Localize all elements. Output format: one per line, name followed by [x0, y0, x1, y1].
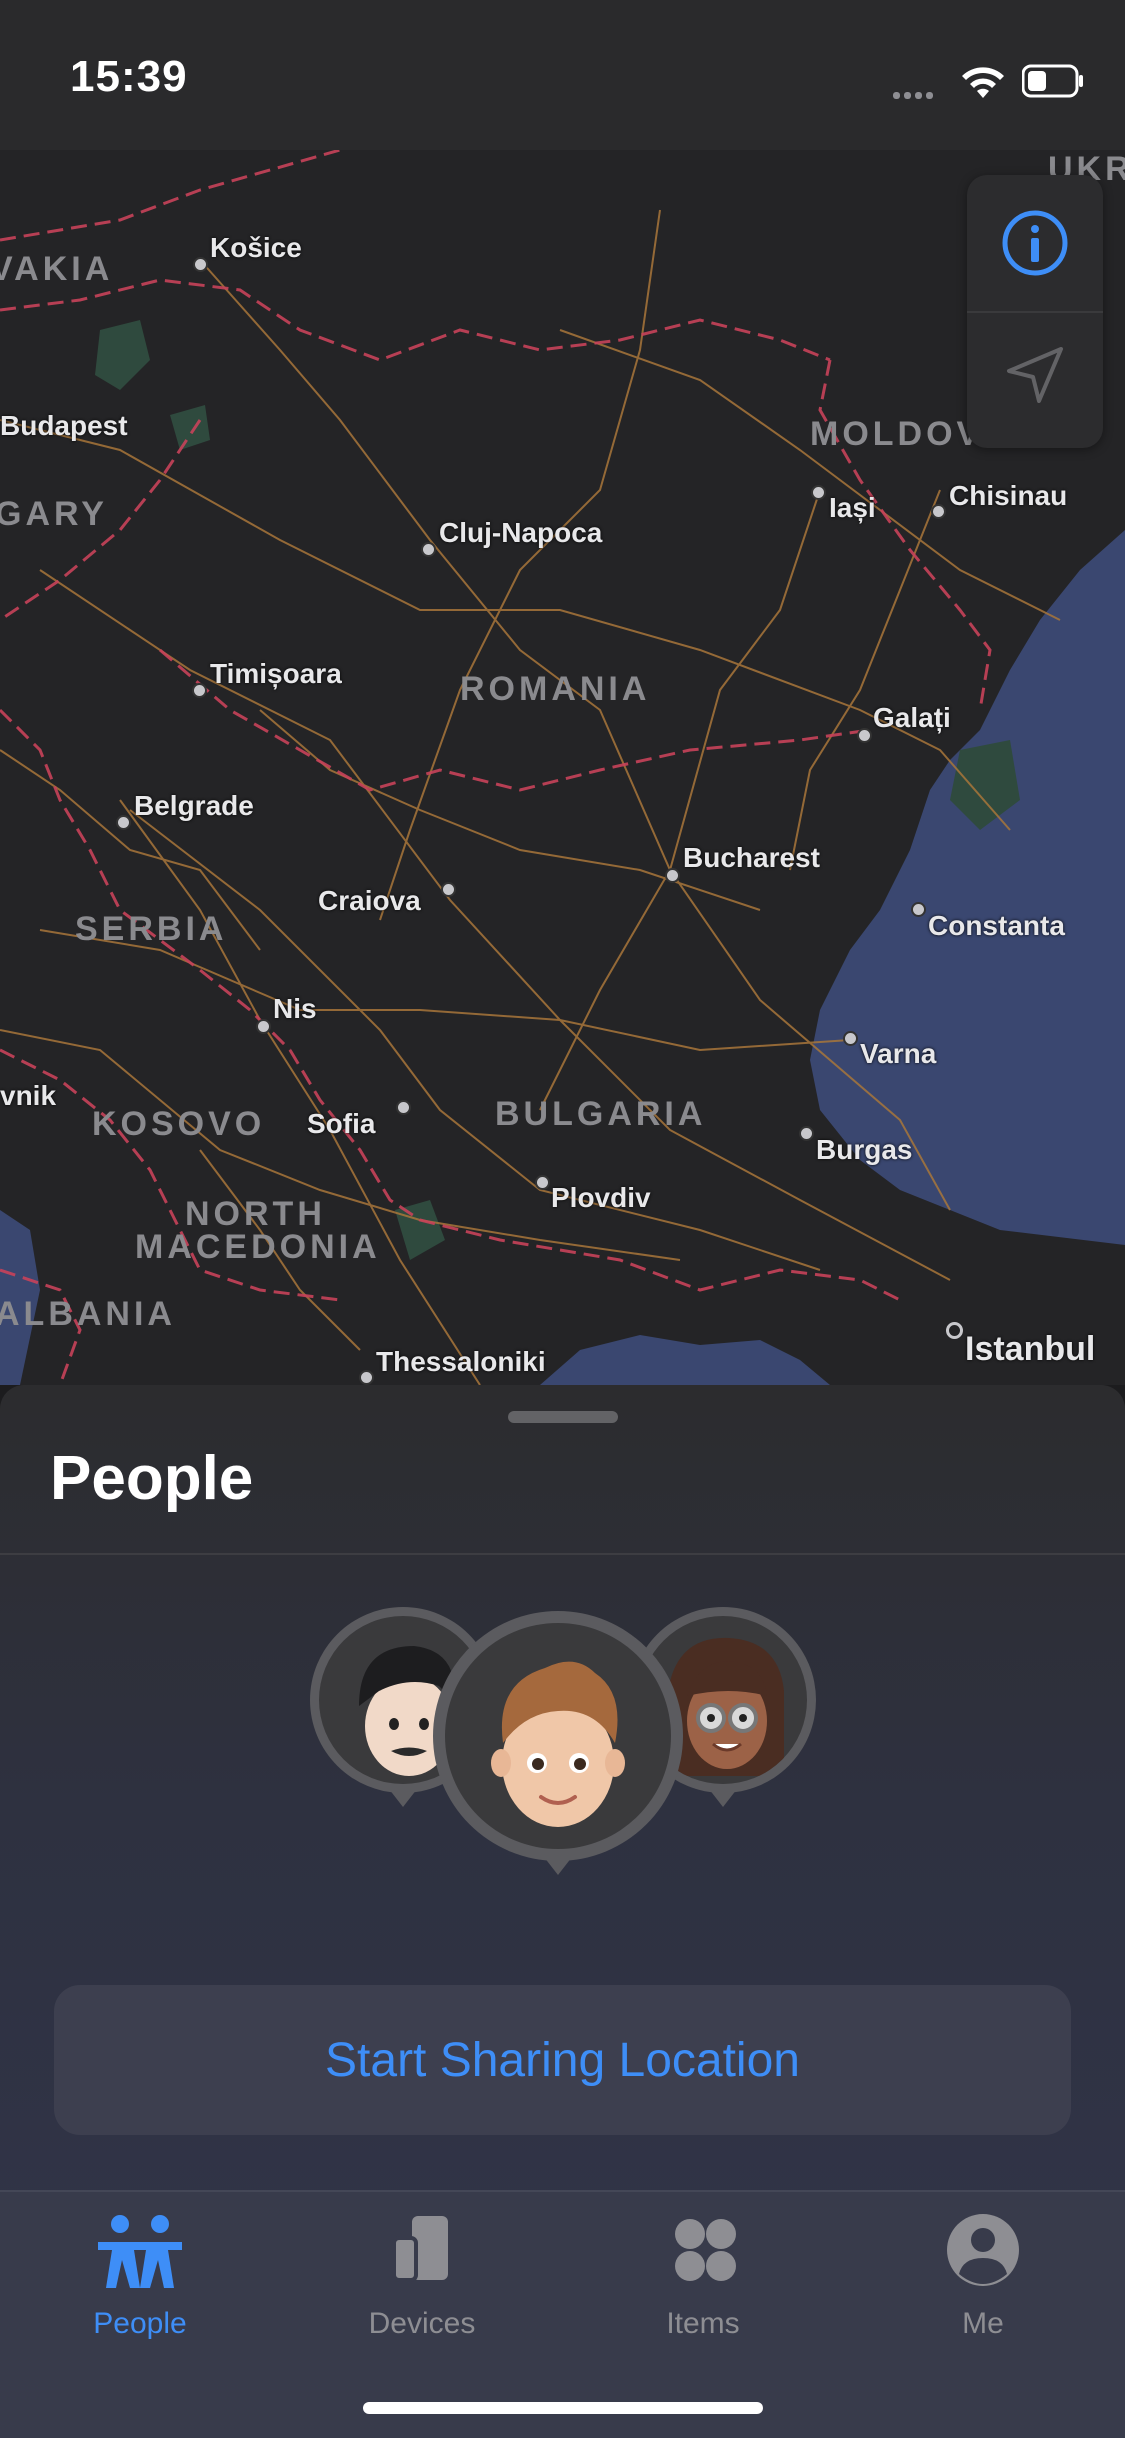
city-label-galati: Galați: [873, 702, 951, 733]
country-label: MACEDONIA: [135, 1228, 381, 1266]
country-label: KOSOVO: [92, 1105, 266, 1143]
status-bar: 15:39: [0, 0, 1125, 150]
cellular-signal-icon: [893, 86, 945, 99]
city-dot-capital: [946, 1322, 963, 1339]
controls-divider: [967, 311, 1103, 313]
city-label-bucharest: Bucharest: [683, 842, 820, 873]
city-dot: [811, 485, 826, 500]
tab-label: Me: [962, 2307, 1004, 2340]
tab-devices[interactable]: Devices: [322, 2212, 522, 2362]
city-label-sofia: Sofia: [307, 1108, 376, 1139]
info-icon[interactable]: [999, 207, 1071, 279]
tab-bar: People Devices Items Me: [0, 2190, 1125, 2438]
city-label-constanta: Constanta: [928, 910, 1065, 941]
memoji-avatar-icon: [491, 1661, 625, 1827]
city-label-timisoara: Timișoara: [210, 658, 342, 689]
sheet-title: People: [50, 1444, 254, 1513]
city-dot: [799, 1126, 814, 1141]
city-label-nis: Nis: [273, 993, 317, 1024]
city-label-kosice: Košice: [210, 232, 302, 263]
city-dot: [931, 504, 946, 519]
start-sharing-location-button[interactable]: Start Sharing Location: [54, 1985, 1071, 2135]
city-dot: [256, 1019, 271, 1034]
city-label-cluj-napoca: Cluj-Napoca: [439, 517, 603, 548]
map-view[interactable]: VAKIA UKR MOLDOV GARY ROMANIA SERBIA KOS…: [0, 150, 1125, 1385]
wifi-icon: [962, 67, 1004, 98]
city-dot: [396, 1100, 411, 1115]
status-time: 15:39: [70, 52, 188, 101]
city-label-thessaloniki: Thessaloniki: [376, 1346, 546, 1377]
country-label: MOLDOV: [810, 415, 984, 453]
city-label-chisinau: Chisinau: [949, 480, 1068, 511]
me-icon: [947, 2214, 1019, 2286]
city-dot: [535, 1175, 550, 1190]
city-label-partial: vnik: [0, 1080, 57, 1111]
home-indicator[interactable]: [363, 2402, 763, 2414]
country-label: VAKIA: [0, 250, 114, 288]
city-label-craiova: Craiova: [318, 885, 421, 916]
avatar-pin-center: [433, 1611, 683, 1875]
location-arrow-icon[interactable]: [1003, 343, 1067, 407]
city-dot: [359, 1370, 374, 1385]
aegean-sea: [540, 1335, 830, 1385]
city-dot: [192, 683, 207, 698]
country-label: ROMANIA: [460, 670, 651, 708]
battery-icon: [1022, 64, 1083, 98]
avatar-group: [300, 1607, 820, 1897]
city-dot: [421, 542, 436, 557]
country-label: BULGARIA: [495, 1095, 707, 1133]
city-dot: [911, 902, 926, 917]
map-controls: [967, 175, 1103, 448]
country-label: ALBANIA: [0, 1295, 176, 1333]
tab-label: Devices: [368, 2307, 476, 2340]
city-dot: [665, 868, 680, 883]
tab-items[interactable]: Items: [603, 2212, 803, 2362]
sheet-divider: [0, 1553, 1125, 1555]
sheet-grabber[interactable]: [508, 1411, 618, 1423]
city-label-iasi: Iași: [829, 492, 876, 523]
people-icon: [98, 2215, 182, 2288]
tab-label: People: [93, 2307, 187, 2340]
city-dot: [857, 728, 872, 743]
tab-people[interactable]: People: [40, 2212, 240, 2362]
devices-icon: [392, 2216, 448, 2282]
city-label-varna: Varna: [860, 1038, 937, 1069]
tab-me[interactable]: Me: [883, 2212, 1083, 2362]
country-label: SERBIA: [75, 910, 228, 948]
items-icon: [675, 2219, 736, 2281]
city-label-plovdiv: Plovdiv: [551, 1182, 651, 1213]
tab-label: Items: [666, 2307, 740, 2340]
city-dot: [193, 257, 208, 272]
city-dot: [441, 882, 456, 897]
city-label-istanbul: Istanbul: [965, 1330, 1096, 1368]
city-dot: [843, 1031, 858, 1046]
city-label-budapest: Budapest: [0, 410, 128, 441]
city-dot: [116, 815, 131, 830]
city-label-belgrade: Belgrade: [134, 790, 254, 821]
country-label: GARY: [0, 495, 108, 533]
city-label-burgas: Burgas: [816, 1134, 913, 1165]
